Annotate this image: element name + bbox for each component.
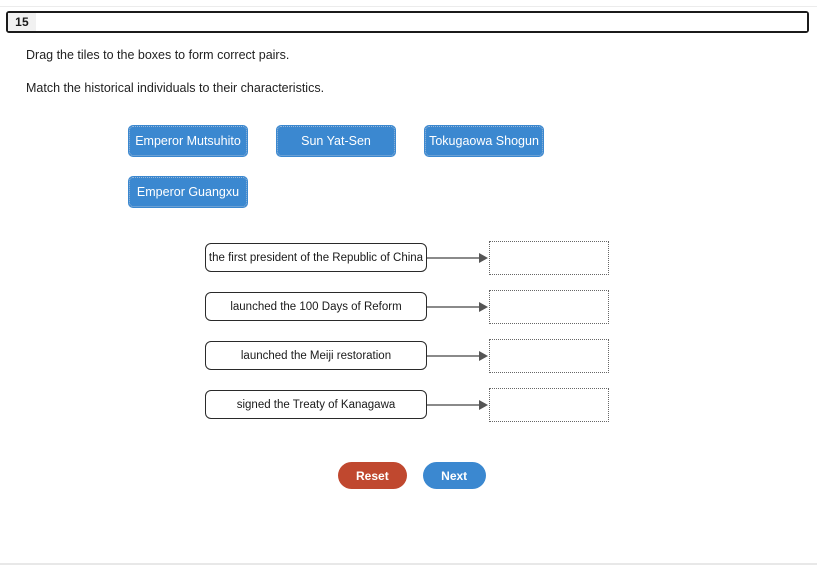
action-buttons: Reset Next [338,462,486,489]
tile-emperor-mutsuhito[interactable]: Emperor Mutsuhito [128,125,248,157]
tile-emperor-guangxu[interactable]: Emperor Guangxu [128,176,248,208]
next-button[interactable]: Next [422,462,486,489]
arrow-right-icon [427,350,488,361]
prompt-box-1: the first president of the Republic of C… [205,243,427,272]
tile-row-2: Emperor Guangxu [128,176,588,208]
tile-tray: Emperor Mutsuhito Sun Yat-Sen Tokugaowa … [128,125,588,227]
drop-box-4[interactable] [489,387,609,422]
prompt-box-2: launched the 100 Days of Reform [205,292,427,321]
question-prompt: Match the historical individuals to thei… [26,81,325,95]
drop-box-3[interactable] [489,338,609,373]
match-row: launched the Meiji restoration [205,338,609,373]
tile-tokugaowa-shogun[interactable]: Tokugaowa Shogun [424,125,544,157]
reset-button[interactable]: Reset [338,462,407,489]
question-number-bar: 15 [6,11,809,33]
bottom-divider [0,563,817,565]
drop-box-1[interactable] [489,240,609,275]
drag-instruction: Drag the tiles to the boxes to form corr… [26,48,290,62]
arrow-right-icon [427,301,488,312]
question-bar-field [36,13,807,31]
top-divider [0,6,817,7]
drop-box-2[interactable] [489,289,609,324]
match-row: the first president of the Republic of C… [205,240,609,275]
tile-sun-yat-sen[interactable]: Sun Yat-Sen [276,125,396,157]
match-row: launched the 100 Days of Reform [205,289,609,324]
arrow-right-icon [427,399,488,410]
prompt-box-3: launched the Meiji restoration [205,341,427,370]
question-number: 15 [8,13,36,31]
match-row: signed the Treaty of Kanagawa [205,387,609,422]
match-area: the first president of the Republic of C… [205,240,609,439]
tile-row-1: Emperor Mutsuhito Sun Yat-Sen Tokugaowa … [128,125,588,157]
arrow-right-icon [427,252,488,263]
prompt-box-4: signed the Treaty of Kanagawa [205,390,427,419]
